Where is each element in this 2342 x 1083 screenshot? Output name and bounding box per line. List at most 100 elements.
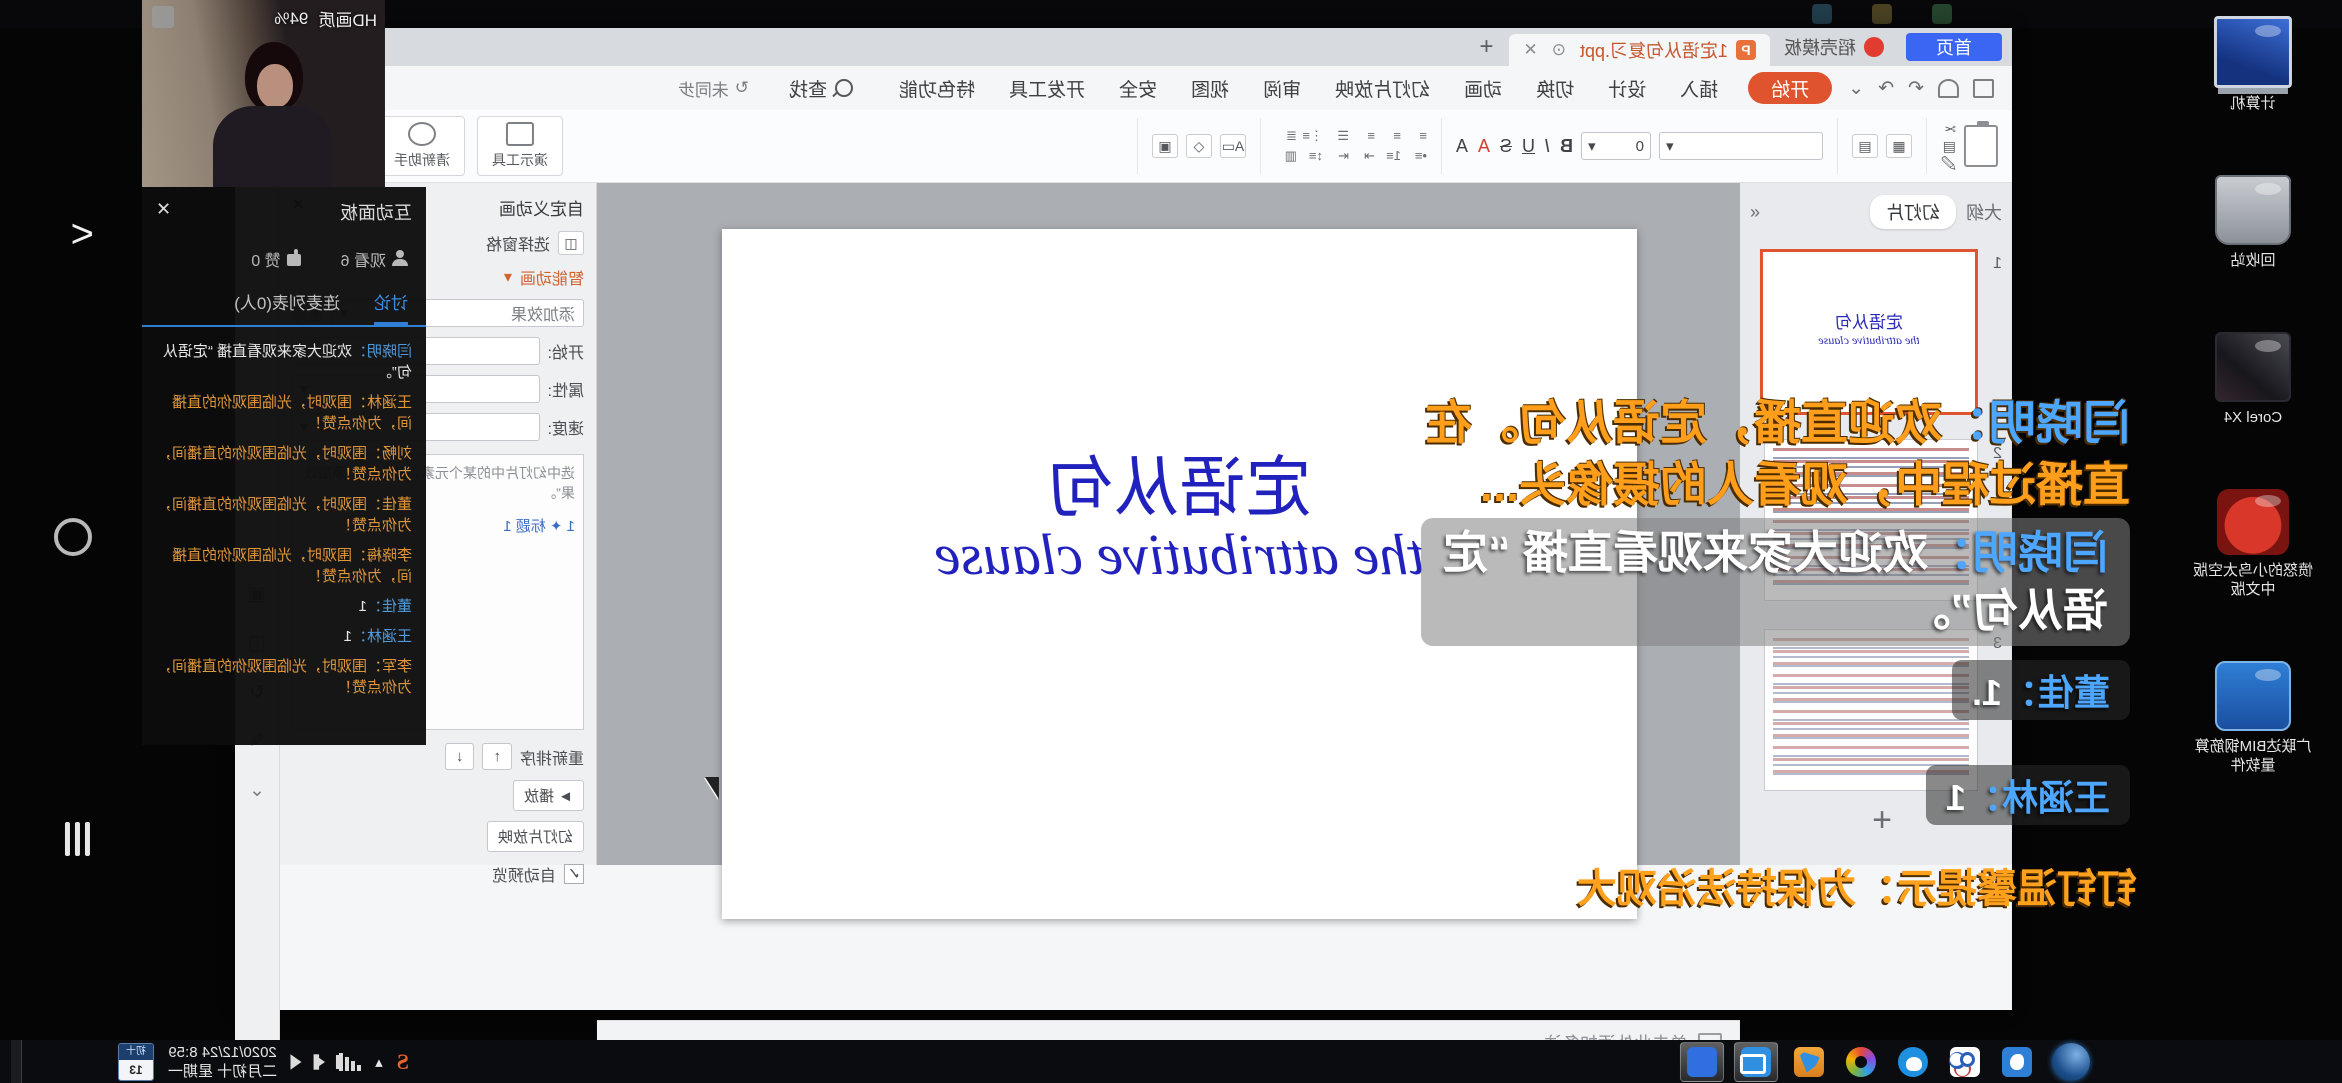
textbox-icon[interactable]: A▭ [1220, 134, 1246, 158]
tab-outline[interactable]: 大纲 [1966, 199, 2002, 225]
auto-preview-label: 自动预览 [492, 862, 556, 886]
icon-shine [2255, 25, 2281, 37]
new-slide-icon[interactable]: ▦ [1886, 134, 1912, 158]
interaction-panel-title: 互动面板 [340, 199, 412, 225]
picture-icon[interactable]: ▣ [1152, 134, 1178, 158]
slideshow-button[interactable]: 幻灯片放映 [487, 821, 584, 852]
ribbon-tab[interactable]: 切换 [1536, 75, 1574, 102]
webcam-video[interactable]: HD画质 94% [142, 0, 385, 187]
record-ring-icon[interactable] [54, 518, 92, 556]
interaction-panel-close-icon[interactable]: ✕ [156, 199, 171, 225]
desktop-icon[interactable]: 回收站 [2188, 175, 2318, 270]
cloud-sync-status[interactable]: ↻ 未同步 [678, 76, 749, 101]
taskbar-app-button[interactable] [1788, 1043, 1830, 1081]
sync-icon: ↻ [735, 78, 749, 98]
reorder-down-button[interactable]: ↓ [445, 743, 475, 770]
presentation-tools-button[interactable]: 演示工具 [477, 116, 563, 176]
redo-icon[interactable]: ↷ [1878, 77, 1894, 100]
undo-icon[interactable]: ↶ [1908, 77, 1924, 100]
tab-slides-active[interactable]: 幻灯片 [1870, 195, 1956, 229]
ribbon-tab[interactable]: 安全 [1119, 75, 1157, 102]
highlight-button[interactable]: A [1456, 136, 1468, 157]
desktop-icon[interactable]: 广联达BIM钢筋算量软件 [2188, 661, 2318, 775]
smart-animation-link[interactable]: 智能动画 [520, 265, 584, 289]
taskbar-app-icon [1898, 1047, 1928, 1077]
desktop-icon[interactable]: 愤怒的小鸟太空版中文版 [2188, 489, 2318, 599]
tab-mic-list[interactable]: 连麦列表(0人) [234, 289, 340, 325]
collapse-panel-icon[interactable]: « [1750, 202, 1760, 223]
slides-group: ▦ ▤ [1837, 118, 1926, 174]
docer-template-tab[interactable]: 稻壳模板 [1770, 32, 1898, 62]
show-hidden-icons[interactable]: ▴ [375, 1053, 383, 1071]
underline-button[interactable]: U [1522, 136, 1535, 157]
calendar-badge[interactable]: 初十 13 [118, 1043, 154, 1081]
customize-quick-access-icon[interactable]: ⌄ [1848, 77, 1864, 100]
document-tab-label: 1定语从句复习.ppt [1580, 37, 1728, 63]
strikethrough-button[interactable]: S [1500, 136, 1512, 157]
taskbar-clock[interactable]: 2020/12/24 8:59 二月初十 星期一 [168, 1043, 277, 1081]
taskbar-app-icon [2002, 1047, 2032, 1077]
screen: 计算机 回收站 Corel X4 愤怒的小鸟太空版中文版 广联达BIM钢筋算量软… [0, 0, 2342, 1083]
desktop-icon[interactable]: Corel X4 [2188, 332, 2318, 427]
document-tab[interactable]: P 1定语从句复习.ppt ⊙ ✕ [1509, 34, 1770, 66]
panel-expand-chevron[interactable]: < [71, 212, 94, 257]
desktop-icon[interactable]: 计算机 [2188, 16, 2318, 113]
ribbon-tab[interactable]: 开发工具 [1009, 75, 1085, 102]
taskbar-app-button[interactable] [1840, 1043, 1882, 1081]
cut-copy-painter-icons[interactable]: ✂▤🖉 [1941, 121, 1956, 172]
volume-icon[interactable] [291, 1054, 302, 1069]
print-icon[interactable] [1938, 79, 1959, 98]
sogou-input-icon[interactable]: S [397, 1049, 409, 1075]
taskbar-app-button[interactable] [1892, 1043, 1934, 1081]
taskbar-app-button[interactable] [1944, 1043, 1986, 1081]
sync-label: 未同步 [678, 76, 729, 101]
paragraph-group: ≡≡≡☰⋮≡≣ •≡1≡⇥⇤↕≡▥ [1260, 118, 1441, 174]
tab-pin-icon[interactable]: ⊙ [1552, 40, 1566, 60]
more-panel-icon[interactable]: ⌄ [249, 779, 265, 802]
fresh-assistant-button[interactable]: 清新助手 [379, 116, 465, 176]
font-size-combo[interactable]: 0▾ [1581, 132, 1651, 160]
ribbon-tab[interactable]: 幻灯片放映 [1335, 75, 1430, 102]
chat-message: 王涵林：围观时，光临围观你的直播间，为你点赞！ [156, 392, 412, 434]
ribbon-tab[interactable]: 视图 [1191, 75, 1229, 102]
bold-button[interactable]: B [1560, 136, 1573, 157]
chat-sender-name: 董佳： [367, 496, 412, 513]
home-button[interactable]: 首页 [1906, 33, 2002, 61]
slide-thumbnail-1[interactable]: 定语从句 the attributive clause [1760, 249, 1978, 415]
taskbar-app-button[interactable] [1734, 1042, 1778, 1082]
add-slide-button[interactable]: + [1872, 801, 1892, 840]
chat-message-list[interactable]: 闫晓明：欢迎大家来观看直播 “定语从句”。 王涵林：围观时，光临围观你的直播间，… [142, 333, 426, 779]
camera-settings-icon[interactable] [152, 6, 174, 28]
reorder-up-button[interactable]: ↑ [482, 743, 512, 770]
layout-icon[interactable]: ▤ [1852, 134, 1878, 158]
font-family-combo[interactable]: ▾ [1659, 132, 1823, 160]
show-desktop-button[interactable] [11, 1040, 22, 1083]
start-button[interactable] [2052, 1043, 2090, 1081]
save-icon[interactable] [1973, 79, 1994, 98]
network-signal-icon[interactable] [339, 1053, 361, 1071]
paste-icon[interactable] [1964, 125, 1998, 167]
play-animation-button[interactable]: ► 播放 [513, 780, 584, 811]
thumbnail-3-preview [1773, 638, 1969, 782]
select-pane-label[interactable]: 选择窗格 [486, 231, 550, 255]
font-color-button[interactable]: A [1478, 136, 1490, 157]
ribbon-tab[interactable]: 特色功能 [899, 75, 975, 102]
tab-close-icon[interactable]: ✕ [1523, 40, 1537, 60]
system-tray: S ▴ 2020/12/24 8:59 二月初十 星期一 初十 13 [118, 1043, 409, 1081]
shape-icon[interactable]: ◇ [1186, 134, 1212, 158]
stream-menu-icon[interactable] [65, 822, 90, 856]
danmaku-message-large: 闫晓明：欢迎直播，定语从句。在 直播过程中，观看人的摄像头... [1425, 392, 2130, 516]
tab-home-active[interactable]: 开始 [1748, 72, 1832, 104]
ribbon-tab[interactable]: 审阅 [1263, 75, 1301, 102]
taskbar-app-button[interactable] [1996, 1043, 2038, 1081]
ribbon-tab[interactable]: 动画 [1464, 75, 1502, 102]
tab-discussion[interactable]: 讨论 [374, 289, 408, 325]
italic-button[interactable]: I [1545, 136, 1550, 157]
new-tab-button[interactable]: + [1479, 33, 1493, 61]
find-button[interactable]: 查找 [789, 75, 853, 102]
auto-preview-checkbox[interactable]: ✓ [564, 864, 584, 884]
ribbon-tab[interactable]: 设计 [1608, 75, 1646, 102]
alignment-icons[interactable]: ≡≡≡☰⋮≡≣ •≡1≡⇥⇤↕≡▥ [1275, 128, 1427, 164]
taskbar-app-button[interactable] [1680, 1042, 1724, 1082]
ribbon-tab[interactable]: 插入 [1680, 75, 1718, 102]
